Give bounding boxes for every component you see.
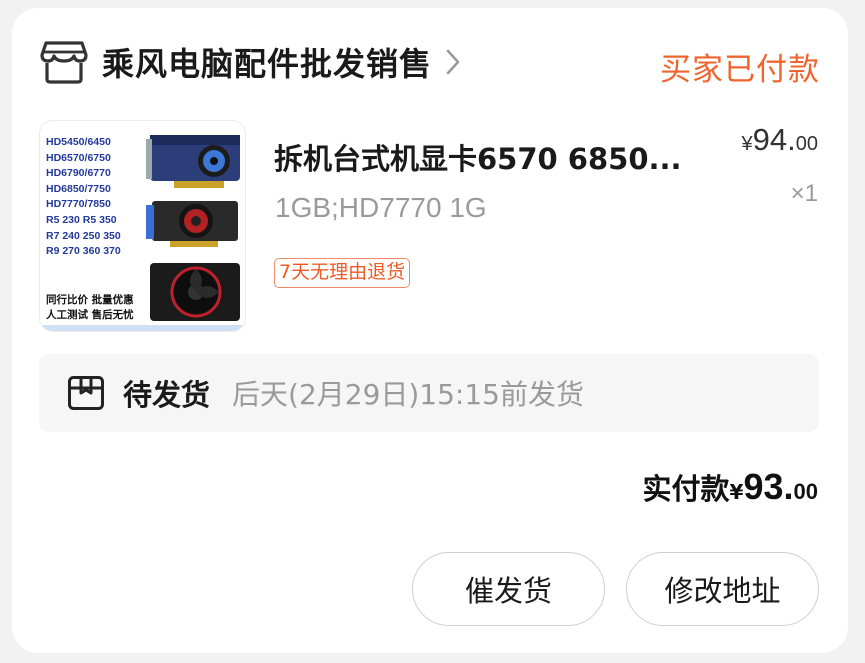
thumbnail-model: R9 270 360 370 — [46, 245, 121, 258]
product-title[interactable]: 拆机台式机显卡6570 6850... — [274, 136, 704, 178]
thumbnail-model: HD6790/6770 — [46, 167, 111, 180]
product-thumbnail[interactable]: HD5450/6450 HD6570/6750 HD6790/6770 HD68… — [39, 120, 246, 332]
order-card[interactable]: 乘风电脑配件批发销售 买家已付款 HD5450/6450 HD6570/6750… — [12, 8, 848, 653]
thumbnail-bar — [40, 325, 245, 331]
change-address-button[interactable]: 修改地址 — [626, 552, 819, 626]
store-header[interactable]: 乘风电脑配件批发销售 买家已付款 — [40, 38, 820, 88]
urge-shipping-button[interactable]: 催发货 — [412, 552, 605, 626]
store-name[interactable]: 乘风电脑配件批发销售 — [102, 39, 432, 85]
shipping-deadline: 后天(2月29日)15:15前发货 — [232, 378, 584, 411]
price-decimal: 00 — [795, 133, 818, 155]
thumbnail-footer-line: 同行比价 批量优惠 — [46, 294, 134, 306]
thumbnail-model: HD7770/7850 — [46, 198, 111, 211]
thumbnail-model: R5 230 R5 350 — [46, 213, 117, 226]
return-policy-badge: 7天无理由退货 — [274, 258, 411, 288]
shipping-status-row[interactable]: 待发货 后天(2月29日)15:15前发货 — [39, 354, 819, 432]
graphics-card-image — [146, 135, 240, 188]
chevron-right-icon[interactable] — [444, 47, 462, 77]
total-integer: 93. — [743, 466, 794, 507]
thumbnail-footer: 同行比价 批量优惠 人工测试 售后无忧 — [46, 293, 156, 323]
total-paid: 实付款¥93.00 — [643, 466, 818, 508]
product-price: ¥94.00 — [742, 122, 818, 158]
store-icon — [40, 41, 88, 84]
thumbnail-model: HD6850/7750 — [46, 182, 111, 195]
product-quantity: ×1 — [790, 180, 818, 207]
thumbnail-footer-line: 人工测试 售后无忧 — [46, 309, 134, 321]
thumbnail-model: HD6570/6750 — [46, 151, 111, 164]
price-currency: ¥ — [741, 133, 753, 155]
thumbnail-model-list: HD5450/6450 HD6570/6750 HD6790/6770 HD68… — [46, 135, 144, 260]
box-icon — [68, 376, 104, 410]
total-label: 实付款 — [642, 472, 730, 506]
total-currency: ¥ — [729, 480, 744, 504]
shipping-status: 待发货 — [123, 378, 211, 412]
total-decimal: 00 — [793, 479, 818, 504]
product-spec: 1GB;HD7770 1G — [275, 192, 487, 223]
graphics-card-image — [150, 263, 240, 321]
thumbnail-model: R7 240 250 350 — [46, 229, 121, 242]
price-integer: 94. — [752, 122, 796, 157]
graphics-card-image — [146, 201, 238, 247]
thumbnail-model: HD5450/6450 — [46, 136, 111, 148]
order-status: 买家已付款 — [660, 52, 820, 88]
